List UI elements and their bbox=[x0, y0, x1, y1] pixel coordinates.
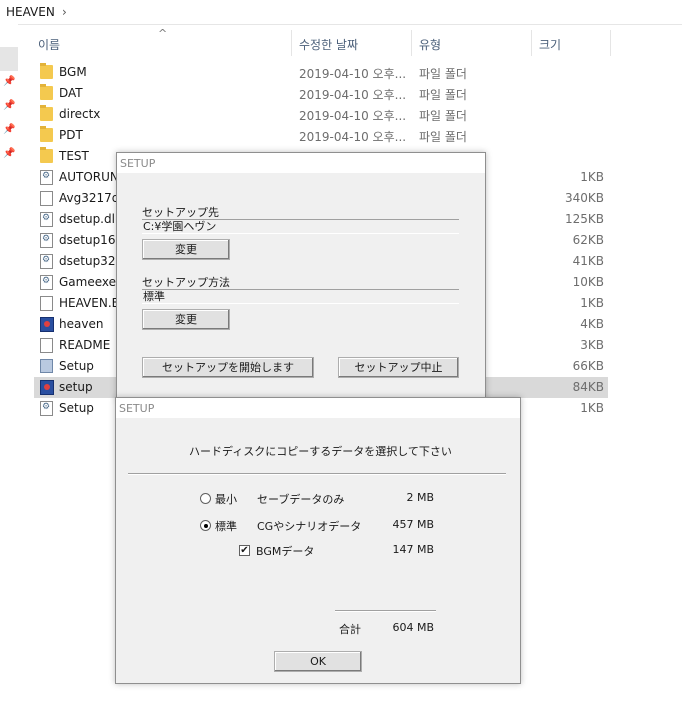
option-size: 2 MB bbox=[406, 491, 434, 504]
dialog-title: SETUP bbox=[120, 157, 156, 170]
option-label[interactable]: 最小 bbox=[215, 491, 237, 507]
folder-icon bbox=[40, 105, 53, 121]
settings-file-icon bbox=[40, 254, 53, 269]
bgm-label[interactable]: BGMデータ bbox=[256, 543, 314, 559]
option-description: CGやシナリオデータ bbox=[257, 520, 362, 533]
column-headers: 이름 ^ 수정한 날짜 유형 크기 bbox=[18, 27, 682, 56]
document-icon bbox=[40, 338, 53, 353]
divider bbox=[128, 473, 506, 475]
option-size: 457 MB bbox=[392, 518, 434, 531]
file-row[interactable]: directx 2019-04-10 오후... 파일 폴더 bbox=[34, 104, 608, 125]
breadcrumb-chevron-icon[interactable]: › bbox=[62, 5, 67, 19]
column-divider[interactable] bbox=[531, 30, 532, 56]
folder-icon bbox=[40, 126, 53, 142]
bgm-size: 147 MB bbox=[392, 543, 434, 556]
column-divider[interactable] bbox=[610, 30, 611, 56]
column-divider[interactable] bbox=[411, 30, 412, 56]
ok-button[interactable]: OK bbox=[274, 651, 362, 672]
option-description: セーブデータのみ bbox=[257, 493, 345, 506]
column-header-type[interactable]: 유형 bbox=[419, 36, 441, 53]
bgm-checkbox[interactable]: ✔ bbox=[239, 545, 250, 556]
settings-file-icon bbox=[40, 212, 53, 227]
pin-icon: 📌 bbox=[3, 124, 16, 135]
dialog-title: SETUP bbox=[119, 402, 155, 415]
copy-heading: ハードディスクにコピーするデータを選択して下さい bbox=[189, 445, 452, 458]
pin-icon: 📌 bbox=[3, 100, 16, 111]
settings-file-icon bbox=[40, 170, 53, 185]
setup-dialog: SETUP セットアップ先 C:¥学園ヘヴン 変更 セットアップ方法 標準 変更… bbox=[116, 152, 486, 400]
change-destination-button[interactable]: 変更 bbox=[142, 239, 230, 260]
change-method-button[interactable]: 変更 bbox=[142, 309, 230, 330]
settings-file-icon bbox=[40, 275, 53, 290]
dialog-titlebar[interactable]: SETUP bbox=[117, 153, 485, 173]
folder-icon bbox=[40, 84, 53, 100]
copy-options-dialog: SETUP ハードディスクにコピーするデータを選択して下さい 最小 セーブデータ… bbox=[115, 397, 521, 684]
column-header-size[interactable]: 크기 bbox=[539, 36, 561, 53]
folder-icon bbox=[40, 147, 53, 163]
navigation-pane: 📌 📌 📌 📌 bbox=[0, 24, 18, 704]
radio-minimum[interactable] bbox=[200, 493, 211, 504]
cancel-setup-button[interactable]: セットアップ中止 bbox=[338, 357, 459, 378]
settings-file-icon bbox=[40, 233, 53, 248]
exe-icon bbox=[40, 359, 53, 373]
total-label: 合計 bbox=[339, 623, 361, 636]
dialog-titlebar[interactable]: SETUP bbox=[116, 398, 520, 418]
navigation-selected-item[interactable] bbox=[0, 47, 18, 71]
app-icon bbox=[40, 317, 54, 332]
option-label[interactable]: 標準 bbox=[215, 518, 237, 534]
folder-icon bbox=[40, 63, 53, 79]
total-value: 604 MB bbox=[392, 621, 434, 634]
method-label: セットアップ方法 bbox=[142, 276, 230, 289]
start-setup-button[interactable]: セットアップを開始します bbox=[142, 357, 314, 378]
column-header-name[interactable]: 이름 bbox=[38, 36, 60, 53]
setup-app-icon bbox=[40, 380, 54, 395]
column-divider[interactable] bbox=[291, 30, 292, 56]
breadcrumb-folder[interactable]: HEAVEN bbox=[6, 5, 55, 19]
file-row[interactable]: PDT 2019-04-10 오후... 파일 폴더 bbox=[34, 125, 608, 146]
breadcrumb: HEAVEN › bbox=[0, 0, 682, 25]
pin-icon: 📌 bbox=[3, 76, 16, 87]
destination-label: セットアップ先 bbox=[142, 206, 219, 219]
radio-standard[interactable] bbox=[200, 520, 211, 531]
pin-icon: 📌 bbox=[3, 148, 16, 159]
total-divider bbox=[335, 610, 436, 612]
method-field: 標準 bbox=[142, 289, 459, 304]
document-icon bbox=[40, 191, 53, 206]
document-icon bbox=[40, 296, 53, 311]
column-header-modified[interactable]: 수정한 날짜 bbox=[299, 36, 358, 53]
settings-file-icon bbox=[40, 401, 53, 416]
sort-arrow-icon: ^ bbox=[158, 27, 168, 40]
destination-field: C:¥学園ヘヴン bbox=[142, 219, 459, 234]
file-row[interactable]: BGM 2019-04-10 오후... 파일 폴더 bbox=[34, 62, 608, 83]
file-row[interactable]: DAT 2019-04-10 오후... 파일 폴더 bbox=[34, 83, 608, 104]
